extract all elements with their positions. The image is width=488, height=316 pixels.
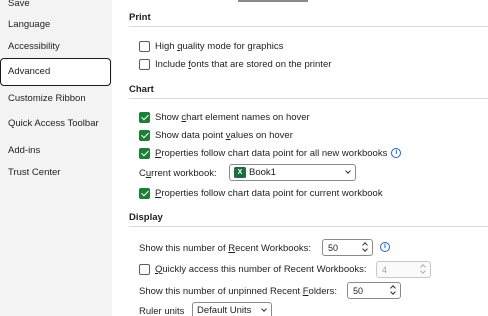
excel-workbook-icon: X	[234, 167, 246, 178]
chevron-down-icon	[345, 168, 351, 174]
show-values-checkbox[interactable]	[139, 129, 150, 141]
recent-folders-value: 50	[353, 285, 364, 296]
current-workbook-value: Book1	[249, 167, 276, 178]
section-divider	[129, 226, 488, 227]
chevron-down-icon	[261, 306, 267, 312]
checkbox-row-show-values[interactable]: Show data point values on hover	[139, 128, 293, 142]
show-chart-names-checkbox[interactable]	[139, 111, 150, 123]
section-header-display: Display	[129, 212, 163, 223]
checkbox-row-quick-access[interactable]: Quickly access this number of Recent Wor…	[139, 262, 367, 276]
recent-folders-label: Show this number of unpinned Recent Fold…	[139, 285, 338, 297]
checkbox-row-props-current[interactable]: Properties follow chart data point for c…	[139, 186, 383, 200]
ruler-units-label: Ruler units	[139, 305, 185, 316]
show-chart-names-label: Show chart element names on hover	[155, 111, 310, 123]
sidebar-item-accessibility[interactable]: Accessibility	[0, 35, 112, 59]
quick-access-spinner[interactable]: 4	[376, 261, 431, 278]
quick-access-checkbox[interactable]	[139, 263, 150, 275]
props-current-label: Properties follow chart data point for c…	[155, 187, 383, 199]
sidebar-item-language[interactable]: Language	[0, 13, 112, 37]
recent-folders-spinner[interactable]: 50	[347, 282, 401, 299]
props-all-checkbox[interactable]	[139, 147, 150, 159]
sidebar-item-trust-center[interactable]: Trust Center	[0, 161, 112, 185]
ruler-units-row: Ruler units	[139, 304, 184, 316]
spinner-arrows-icon[interactable]	[362, 242, 368, 253]
sidebar-item-quick-access-toolbar[interactable]: Quick Access Toolbar	[0, 112, 112, 136]
recent-workbooks-row: Show this number of Recent Workbooks:	[139, 241, 311, 255]
ruler-units-value: Default Units	[197, 305, 252, 316]
props-current-checkbox[interactable]	[139, 187, 150, 199]
recent-folders-row: Show this number of unpinned Recent Fold…	[139, 284, 337, 298]
sidebar-item-add-ins[interactable]: Add-ins	[0, 139, 112, 163]
checkbox-row-props-all[interactable]: Properties follow chart data point for a…	[139, 146, 402, 160]
checkbox-row-show-chart-names[interactable]: Show chart element names on hover	[139, 110, 310, 124]
show-values-label: Show data point values on hover	[155, 129, 293, 141]
top-button-edge	[238, 0, 308, 2]
high-quality-checkbox[interactable]	[139, 40, 150, 52]
current-workbook-select[interactable]: X Book1	[229, 164, 356, 181]
include-fonts-checkbox[interactable]	[139, 58, 150, 70]
ruler-units-select[interactable]: Default Units	[192, 302, 272, 316]
recent-workbooks-label: Show this number of Recent Workbooks:	[139, 242, 311, 254]
checkbox-row-high-quality[interactable]: High quality mode for graphics	[139, 39, 283, 53]
options-main-panel: Print High quality mode for graphics Inc…	[112, 0, 488, 316]
high-quality-label: High quality mode for graphics	[155, 40, 284, 52]
sidebar-item-customize-ribbon[interactable]: Customize Ribbon	[0, 87, 112, 111]
spinner-arrows-icon[interactable]	[420, 264, 426, 275]
section-header-chart: Chart	[129, 84, 154, 95]
quick-access-value: 4	[382, 264, 388, 275]
recent-workbooks-value: 50	[328, 242, 339, 253]
sidebar-item-advanced[interactable]: Advanced	[0, 58, 111, 86]
spinner-arrows-icon[interactable]	[390, 285, 396, 296]
section-divider	[129, 26, 488, 27]
recent-workbooks-spinner[interactable]: 50	[322, 239, 373, 256]
current-workbook-row: Current workbook:	[139, 166, 217, 180]
info-icon[interactable]: i	[391, 148, 402, 158]
current-workbook-label: Current workbook:	[139, 167, 217, 179]
section-divider	[129, 98, 488, 99]
section-header-print: Print	[129, 12, 151, 23]
checkbox-row-include-fonts[interactable]: Include fonts that are stored on the pri…	[139, 57, 331, 71]
options-sidebar: Save Language Accessibility Advanced Cus…	[0, 0, 112, 316]
include-fonts-label: Include fonts that are stored on the pri…	[155, 58, 332, 70]
quick-access-label: Quickly access this number of Recent Wor…	[155, 263, 367, 275]
props-all-label: Properties follow chart data point for a…	[155, 147, 388, 159]
info-icon[interactable]: i	[380, 242, 390, 252]
